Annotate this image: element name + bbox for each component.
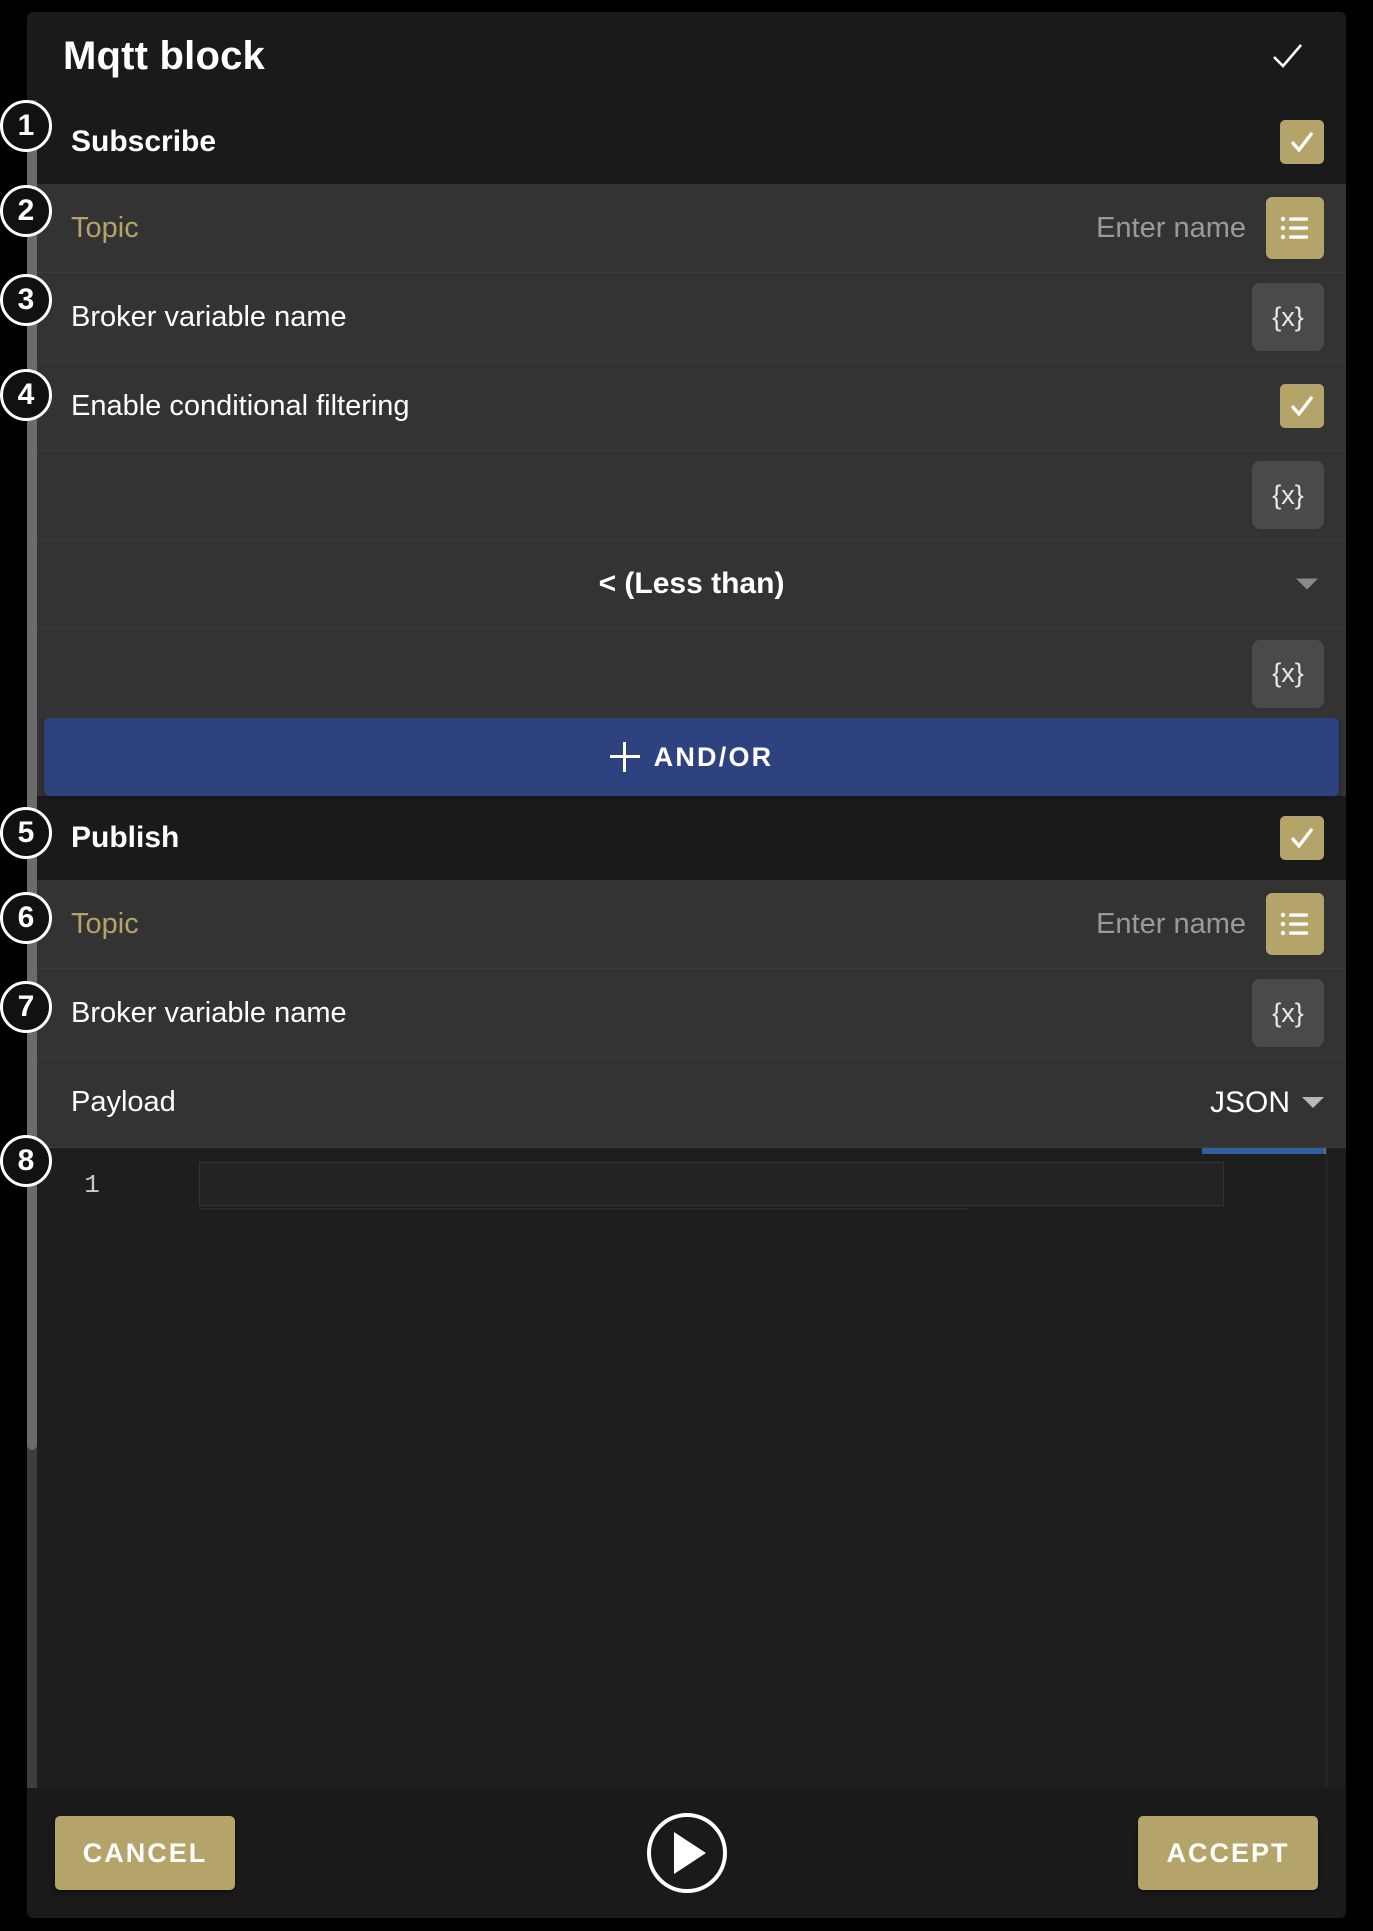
annotation-badge-2: 2: [0, 185, 52, 237]
add-andor-button[interactable]: AND/OR: [44, 718, 1339, 796]
publish-topic-list-icon[interactable]: [1266, 893, 1324, 955]
editor-horizontal-scrollbar[interactable]: [1202, 1148, 1324, 1154]
dialog-footer: CANCEL ACCEPT: [27, 1788, 1346, 1918]
section-header-subscribe: Subscribe: [37, 100, 1346, 184]
publish-broker-variable-label: Broker variable name: [71, 996, 347, 1029]
payload-row: Payload JSON: [37, 1058, 1346, 1147]
editor-vertical-scrollbar[interactable]: [1326, 1148, 1346, 1788]
publish-broker-variable-row[interactable]: Broker variable name {x}: [37, 969, 1346, 1058]
confirm-check-icon[interactable]: [1264, 33, 1310, 79]
dialog-body: Subscribe Topic Enter name Broker variab…: [27, 100, 1346, 1788]
annotation-badge-7: 7: [0, 981, 52, 1033]
subscribe-topic-row[interactable]: Topic Enter name: [37, 184, 1346, 273]
payload-label: Payload: [71, 1086, 176, 1118]
subscribe-topic-list-icon[interactable]: [1266, 197, 1324, 259]
condition-left-operand-row[interactable]: {x}: [37, 451, 1346, 540]
subscribe-broker-variable-row[interactable]: Broker variable name {x}: [37, 273, 1346, 362]
condition-operator-value: < (Less than): [598, 567, 785, 600]
editor-line-number: 1: [84, 1170, 100, 1200]
editor-gutter: 1: [37, 1148, 147, 1788]
annotation-badge-1: 1: [0, 100, 52, 152]
vertical-scrollbar[interactable]: [27, 100, 37, 1788]
app-screen: Mqtt block Subscribe Topic Enter name Br…: [0, 0, 1373, 1931]
condition-right-operand-icon[interactable]: {x}: [1252, 639, 1324, 708]
editor-active-line: [199, 1162, 1224, 1206]
annotation-badge-8: 8: [0, 1135, 52, 1187]
conditional-filtering-checkbox[interactable]: [1280, 384, 1324, 428]
condition-right-operand-row[interactable]: {x}: [37, 629, 1346, 718]
payload-format-value: JSON: [1209, 1085, 1290, 1119]
section-header-publish: Publish: [37, 796, 1346, 880]
chevron-down-icon: [1302, 1097, 1324, 1108]
condition-left-operand-icon[interactable]: {x}: [1252, 461, 1324, 529]
accept-button[interactable]: ACCEPT: [1138, 1816, 1318, 1890]
subscribe-broker-variable-icon[interactable]: {x}: [1252, 283, 1324, 351]
conditional-filtering-label: Enable conditional filtering: [71, 389, 410, 422]
mqtt-block-dialog: Mqtt block Subscribe Topic Enter name Br…: [27, 12, 1346, 1918]
run-play-icon[interactable]: [646, 1813, 727, 1893]
cancel-button[interactable]: CANCEL: [55, 1816, 235, 1890]
page-title: Mqtt block: [63, 33, 265, 78]
annotation-badge-6: 6: [0, 892, 52, 944]
publish-topic-label: Topic: [71, 907, 139, 940]
chevron-down-icon[interactable]: [1296, 578, 1318, 590]
subscribe-topic-label: Topic: [71, 211, 139, 244]
payload-code-editor[interactable]: 1: [37, 1147, 1346, 1788]
condition-operator-dropdown[interactable]: < (Less than): [37, 540, 1346, 629]
subscribe-broker-variable-label: Broker variable name: [71, 300, 347, 333]
play-triangle: [674, 1832, 706, 1874]
publish-broker-variable-icon[interactable]: {x}: [1252, 979, 1324, 1047]
conditional-filtering-row[interactable]: Enable conditional filtering: [37, 362, 1346, 451]
publish-label: Publish: [71, 821, 180, 854]
editor-line-underline: [199, 1208, 969, 1210]
subscribe-topic-input[interactable]: Enter name: [1096, 212, 1246, 245]
settings-content: Subscribe Topic Enter name Broker variab…: [37, 100, 1346, 1788]
annotation-badge-5: 5: [0, 807, 52, 859]
publish-topic-row[interactable]: Topic Enter name: [37, 880, 1346, 969]
subscribe-label: Subscribe: [71, 125, 217, 158]
add-andor-label: AND/OR: [653, 741, 774, 772]
dialog-titlebar: Mqtt block: [27, 12, 1346, 100]
annotation-badge-3: 3: [0, 274, 52, 326]
annotation-badge-4: 4: [0, 369, 52, 421]
payload-format-dropdown[interactable]: JSON: [1210, 1086, 1324, 1120]
publish-topic-input[interactable]: Enter name: [1096, 908, 1246, 941]
editor-code-area[interactable]: [147, 1148, 1346, 1788]
plus-icon: [609, 742, 640, 772]
publish-enable-checkbox[interactable]: [1280, 816, 1324, 860]
subscribe-enable-checkbox[interactable]: [1280, 120, 1324, 164]
andor-button-wrap: AND/OR: [37, 718, 1346, 796]
